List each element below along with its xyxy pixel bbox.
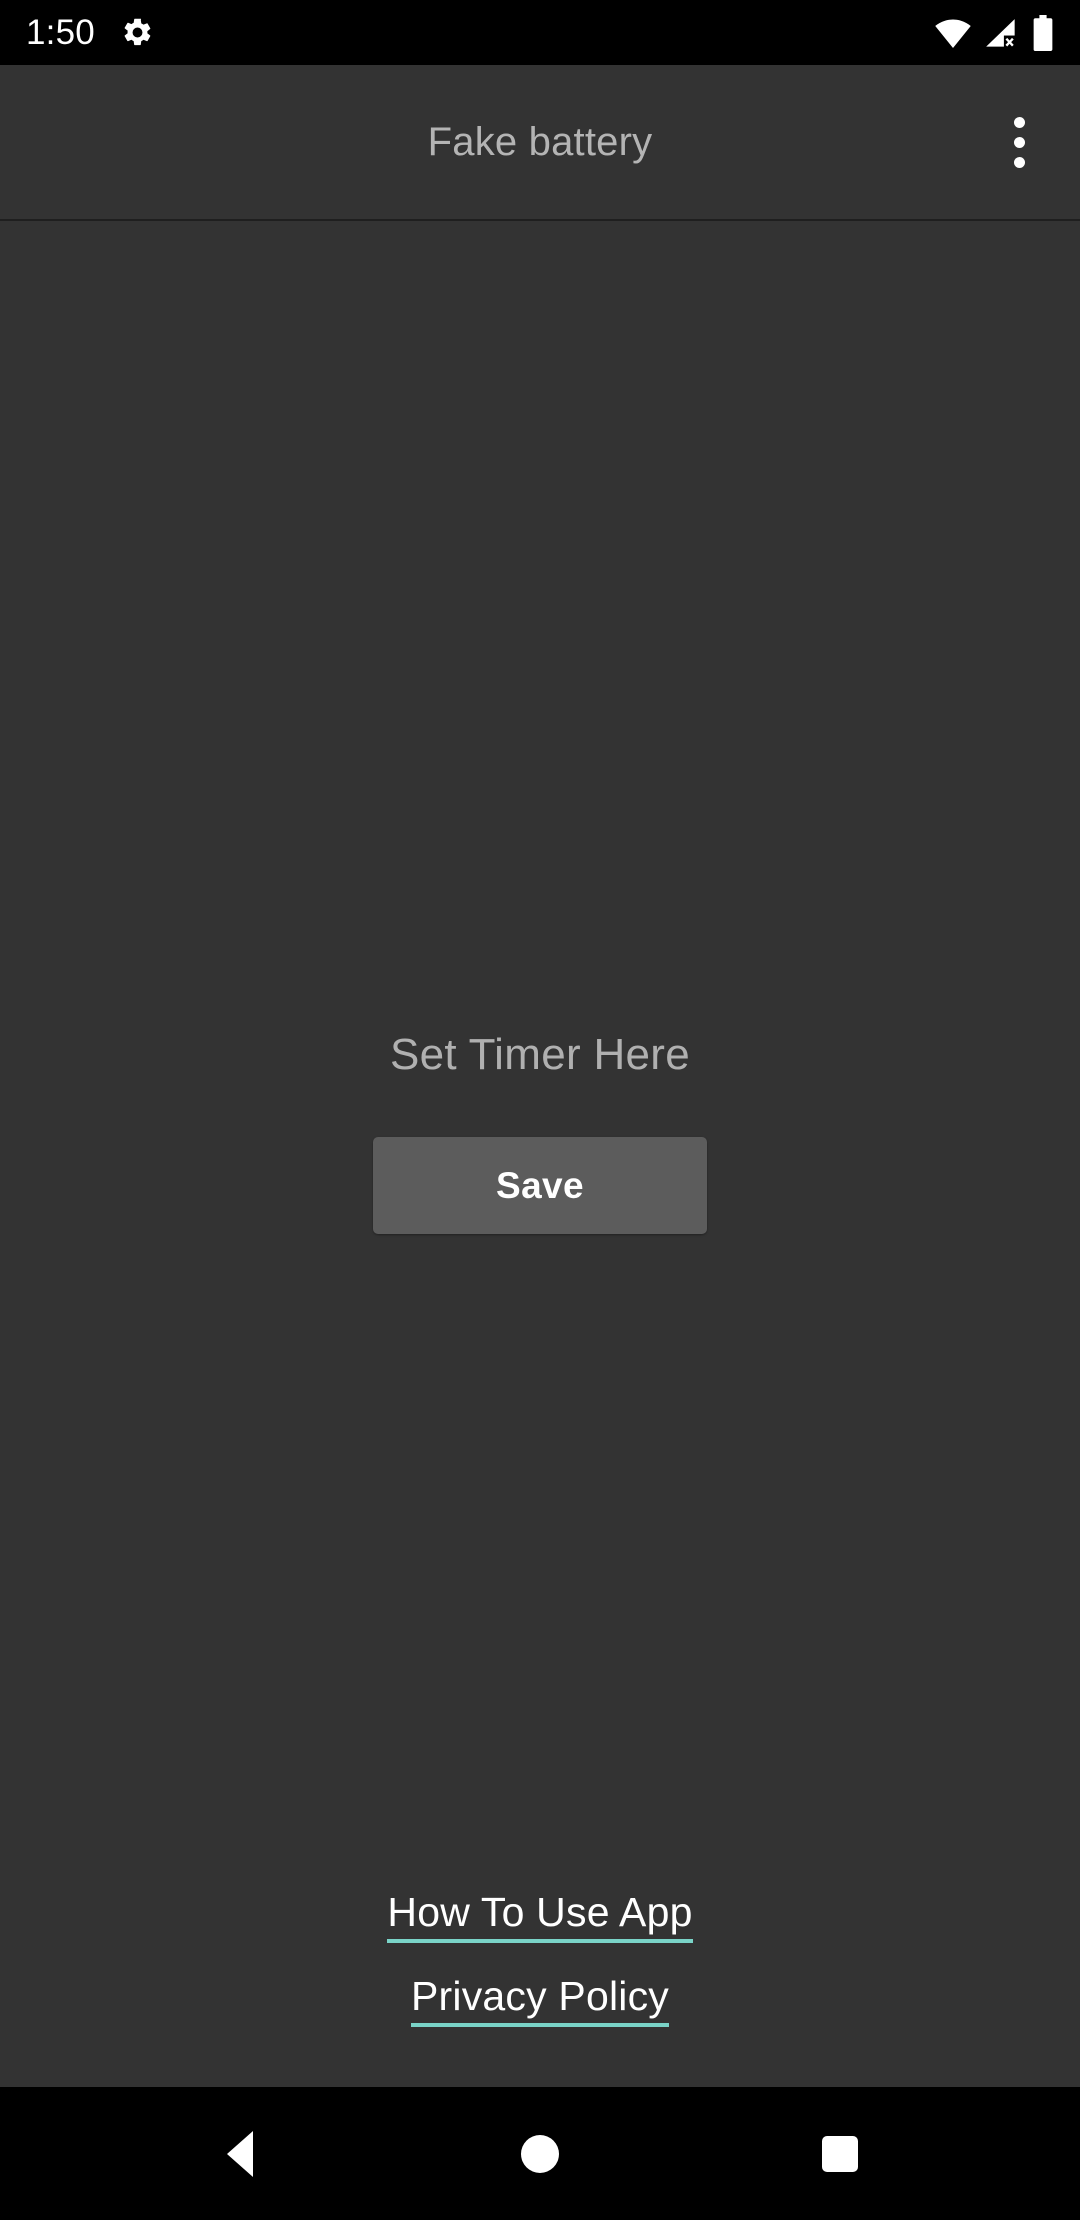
overflow-dot <box>1013 136 1025 148</box>
privacy-policy-link[interactable]: Privacy Policy <box>411 1974 669 2027</box>
save-button[interactable]: Save <box>373 1137 707 1235</box>
footer-links: How To Use App Privacy Policy <box>0 1890 1080 2027</box>
wifi-icon <box>934 17 972 49</box>
android-navigation-bar <box>0 2087 1080 2220</box>
page-title: Fake battery <box>427 119 653 164</box>
status-bar-clock: 1:50 <box>26 13 95 52</box>
home-circle-icon <box>521 2134 559 2173</box>
status-bar: 1:50 <box>0 0 1080 65</box>
status-bar-left: 1:50 <box>26 15 154 50</box>
app-bar: Fake battery <box>0 65 1080 221</box>
signal-no-sim-icon <box>983 17 1021 49</box>
main-content: Set Timer Here Save How To Use App Priva… <box>0 221 1080 2087</box>
overflow-dot <box>1013 156 1025 168</box>
back-triangle-icon <box>227 2130 253 2177</box>
gear-icon <box>121 16 154 49</box>
battery-full-icon <box>1032 14 1054 51</box>
recents-button[interactable] <box>780 2094 900 2214</box>
home-button[interactable] <box>480 2094 600 2214</box>
how-to-use-app-link[interactable]: How To Use App <box>387 1890 693 1943</box>
more-options-icon[interactable] <box>976 99 1062 185</box>
back-button[interactable] <box>180 2094 300 2214</box>
set-timer-label: Set Timer Here <box>389 1030 691 1079</box>
overflow-dot <box>1013 116 1025 128</box>
recents-square-icon <box>822 2135 858 2172</box>
status-bar-right <box>934 14 1054 51</box>
timer-section: Set Timer Here Save <box>0 1030 1080 1235</box>
phone-screen: 1:50 Fake battery Set Timer Here Save Ho… <box>0 0 1080 2220</box>
